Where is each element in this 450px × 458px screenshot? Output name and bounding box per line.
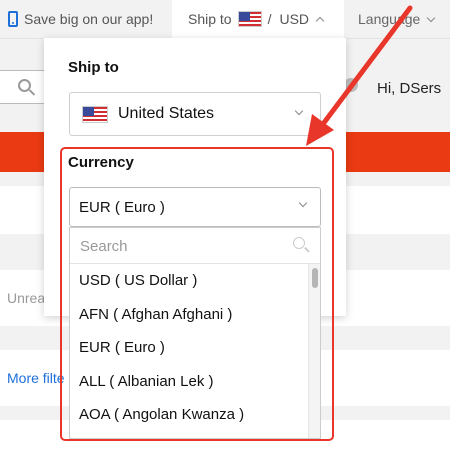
currency-option-eur[interactable]: EUR ( Euro ) bbox=[70, 331, 306, 365]
country-select[interactable]: United States bbox=[69, 92, 321, 136]
currency-heading: Currency bbox=[68, 154, 134, 171]
currency-search-input[interactable] bbox=[70, 228, 302, 264]
search-icon bbox=[18, 79, 31, 92]
us-flag-icon bbox=[237, 11, 262, 27]
currency-option-all[interactable]: ALL ( Albanian Lek ) bbox=[70, 365, 306, 399]
search-icon bbox=[293, 237, 305, 249]
scrollbar-thumb[interactable] bbox=[312, 268, 318, 288]
ship-to-toggle[interactable]: Ship to / USD bbox=[172, 0, 344, 38]
ship-to-heading: Ship to bbox=[68, 59, 119, 76]
currency-option-aoa[interactable]: AOA ( Angolan Kwanza ) bbox=[70, 398, 306, 432]
currency-select[interactable]: EUR ( Euro ) bbox=[69, 187, 321, 227]
country-value: United States bbox=[118, 105, 215, 122]
us-flag-icon bbox=[82, 105, 108, 123]
currency-dropdown-list: USD ( US Dollar ) AFN ( Afghan Afghani )… bbox=[69, 227, 321, 439]
app-promo-text: Save big on our app! bbox=[24, 11, 154, 27]
app-promo-link[interactable]: Save big on our app! bbox=[8, 0, 153, 38]
ship-separator: / bbox=[267, 11, 272, 27]
chevron-down-icon bbox=[298, 198, 308, 208]
top-bar: Save big on our app! Ship to / USD Langu… bbox=[0, 0, 450, 39]
user-avatar[interactable] bbox=[344, 78, 358, 92]
unread-tab[interactable]: Unrea bbox=[7, 290, 45, 306]
chevron-down-icon bbox=[427, 13, 436, 22]
chevron-up-icon bbox=[315, 16, 325, 25]
chevron-down-icon bbox=[294, 106, 304, 116]
currency-option-usd[interactable]: USD ( US Dollar ) bbox=[70, 264, 306, 298]
more-filters-link[interactable]: More filte bbox=[7, 370, 65, 386]
search-button[interactable] bbox=[0, 70, 46, 104]
language-label: Language bbox=[358, 11, 421, 27]
language-menu[interactable]: Language bbox=[358, 0, 436, 38]
ship-to-label: Ship to bbox=[188, 11, 232, 27]
currency-options: USD ( US Dollar ) AFN ( Afghan Afghani )… bbox=[70, 264, 306, 432]
currency-code: USD bbox=[279, 11, 310, 27]
currency-value: EUR ( Euro ) bbox=[79, 198, 165, 216]
currency-option-afn[interactable]: AFN ( Afghan Afghani ) bbox=[70, 298, 306, 332]
currency-list-scrollbar[interactable] bbox=[308, 264, 320, 438]
user-greeting[interactable]: Hi, DSers bbox=[377, 80, 441, 97]
currency-search bbox=[70, 228, 320, 264]
phone-icon bbox=[8, 11, 18, 27]
